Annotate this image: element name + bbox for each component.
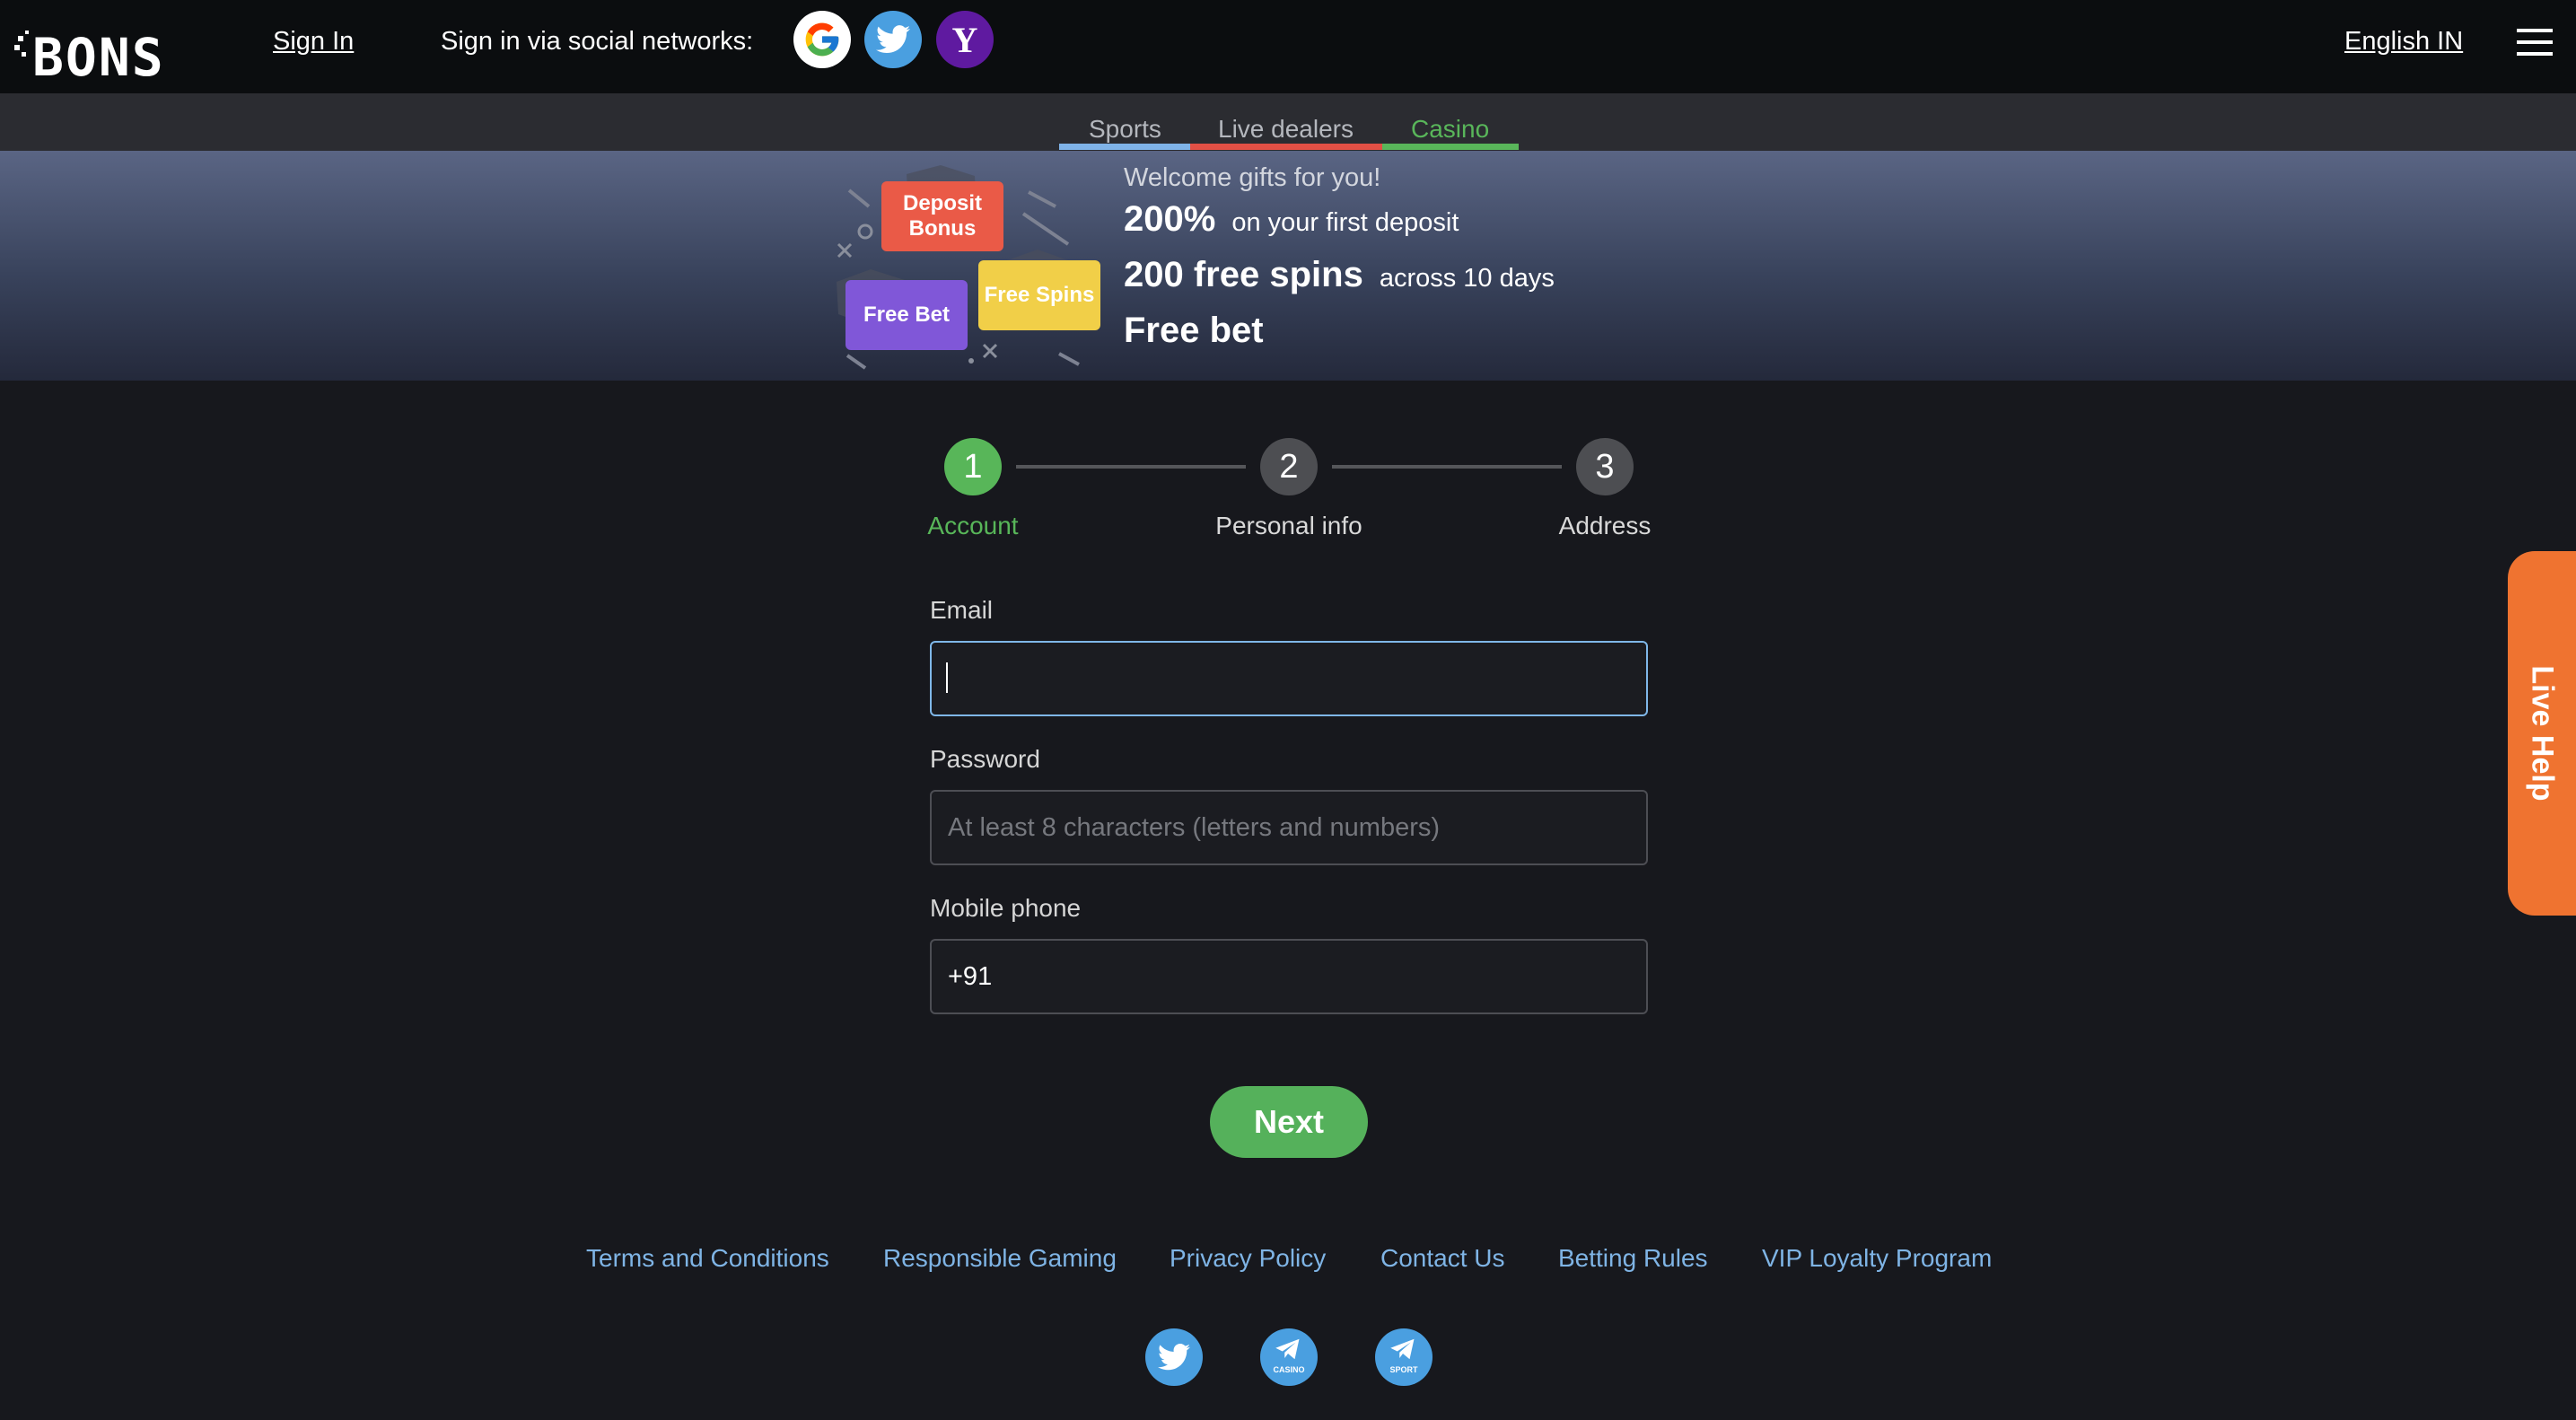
telegram-casino-caption: CASINO [1273, 1365, 1305, 1374]
password-input[interactable] [930, 790, 1648, 865]
step-2-label: Personal info [1215, 512, 1362, 539]
promo-deposit: 200% on your first deposit [1124, 199, 1459, 240]
telegram-icon [1275, 1338, 1300, 1360]
language-selector[interactable]: English IN [2344, 27, 2463, 57]
telegram-icon [1390, 1338, 1415, 1360]
step-2-indicator: 2 [1260, 438, 1318, 495]
twitter-icon [876, 25, 910, 54]
mobile-phone-input[interactable] [930, 939, 1648, 1014]
step-1-label: Account [927, 512, 1019, 539]
step-connector-1 [1016, 465, 1246, 469]
next-button[interactable]: Next [1210, 1086, 1368, 1158]
deposit-bonus-badge: Deposit Bonus [881, 181, 1003, 251]
yahoo-signin-button[interactable]: Y [936, 11, 994, 68]
tab-casino[interactable]: Casino [1411, 115, 1489, 144]
live-help-label: Live Help [2525, 665, 2560, 802]
footer-link-betting-rules[interactable]: Betting Rules [1558, 1244, 1708, 1273]
tab-sports-underline [1059, 144, 1190, 150]
bons-logo[interactable]: BONS [14, 16, 221, 88]
footer-link-vip[interactable]: VIP Loyalty Program [1762, 1244, 1992, 1273]
tab-live-dealers-underline [1190, 144, 1382, 150]
email-input[interactable] [930, 641, 1648, 716]
promo-spins-amount: 200 free spins [1124, 255, 1363, 294]
tab-casino-underline [1382, 144, 1519, 150]
footer-twitter-button[interactable] [1145, 1328, 1203, 1386]
step-3-label: Address [1558, 512, 1652, 539]
tab-sports[interactable]: Sports [1089, 115, 1161, 144]
password-label: Password [930, 745, 1040, 773]
sign-in-link[interactable]: Sign In [273, 27, 354, 57]
step-1-indicator: 1 [944, 438, 1002, 495]
text-caret [946, 662, 948, 693]
step-3-indicator: 3 [1576, 438, 1634, 495]
live-help-button[interactable]: Live Help [2508, 551, 2576, 916]
step-connector-2 [1332, 465, 1562, 469]
telegram-sport-caption: SPORT [1389, 1365, 1418, 1374]
promo-freebet: Free bet [1124, 311, 1264, 351]
footer-link-terms[interactable]: Terms and Conditions [586, 1244, 829, 1273]
promo-spins: 200 free spins across 10 days [1124, 255, 1555, 295]
free-bet-badge: Free Bet [846, 280, 968, 350]
twitter-icon [1158, 1344, 1190, 1371]
top-header: BONS Sign In Sign in via social networks… [0, 0, 2576, 93]
twitter-signin-button[interactable] [864, 11, 922, 68]
footer-link-responsible-gaming[interactable]: Responsible Gaming [883, 1244, 1117, 1273]
promo-deposit-amount: 200% [1124, 199, 1216, 239]
promo-freebet-text: Free bet [1124, 311, 1264, 350]
bonus-badges: Deposit Bonus Free Bet Free Spins [833, 162, 1102, 373]
yahoo-icon: Y [951, 19, 978, 60]
promo-spins-desc: across 10 days [1379, 264, 1555, 293]
hamburger-menu-icon[interactable] [2517, 29, 2553, 56]
google-signin-button[interactable] [793, 11, 851, 68]
email-label: Email [930, 596, 994, 624]
promo-deposit-desc: on your first deposit [1231, 208, 1459, 237]
logo-text: BONS [32, 27, 165, 88]
welcome-text: Welcome gifts for you! [1124, 163, 1381, 192]
social-signin-label: Sign in via social networks: [441, 27, 754, 56]
google-icon [805, 22, 839, 57]
footer-link-contact[interactable]: Contact Us [1380, 1244, 1505, 1273]
tab-live-dealers[interactable]: Live dealers [1218, 115, 1354, 144]
footer-link-privacy[interactable]: Privacy Policy [1170, 1244, 1326, 1273]
free-spins-badge: Free Spins [978, 260, 1100, 330]
mobile-phone-label: Mobile phone [930, 894, 1082, 922]
footer-telegram-casino-button[interactable]: CASINO [1260, 1328, 1318, 1386]
footer-telegram-sport-button[interactable]: SPORT [1375, 1328, 1433, 1386]
